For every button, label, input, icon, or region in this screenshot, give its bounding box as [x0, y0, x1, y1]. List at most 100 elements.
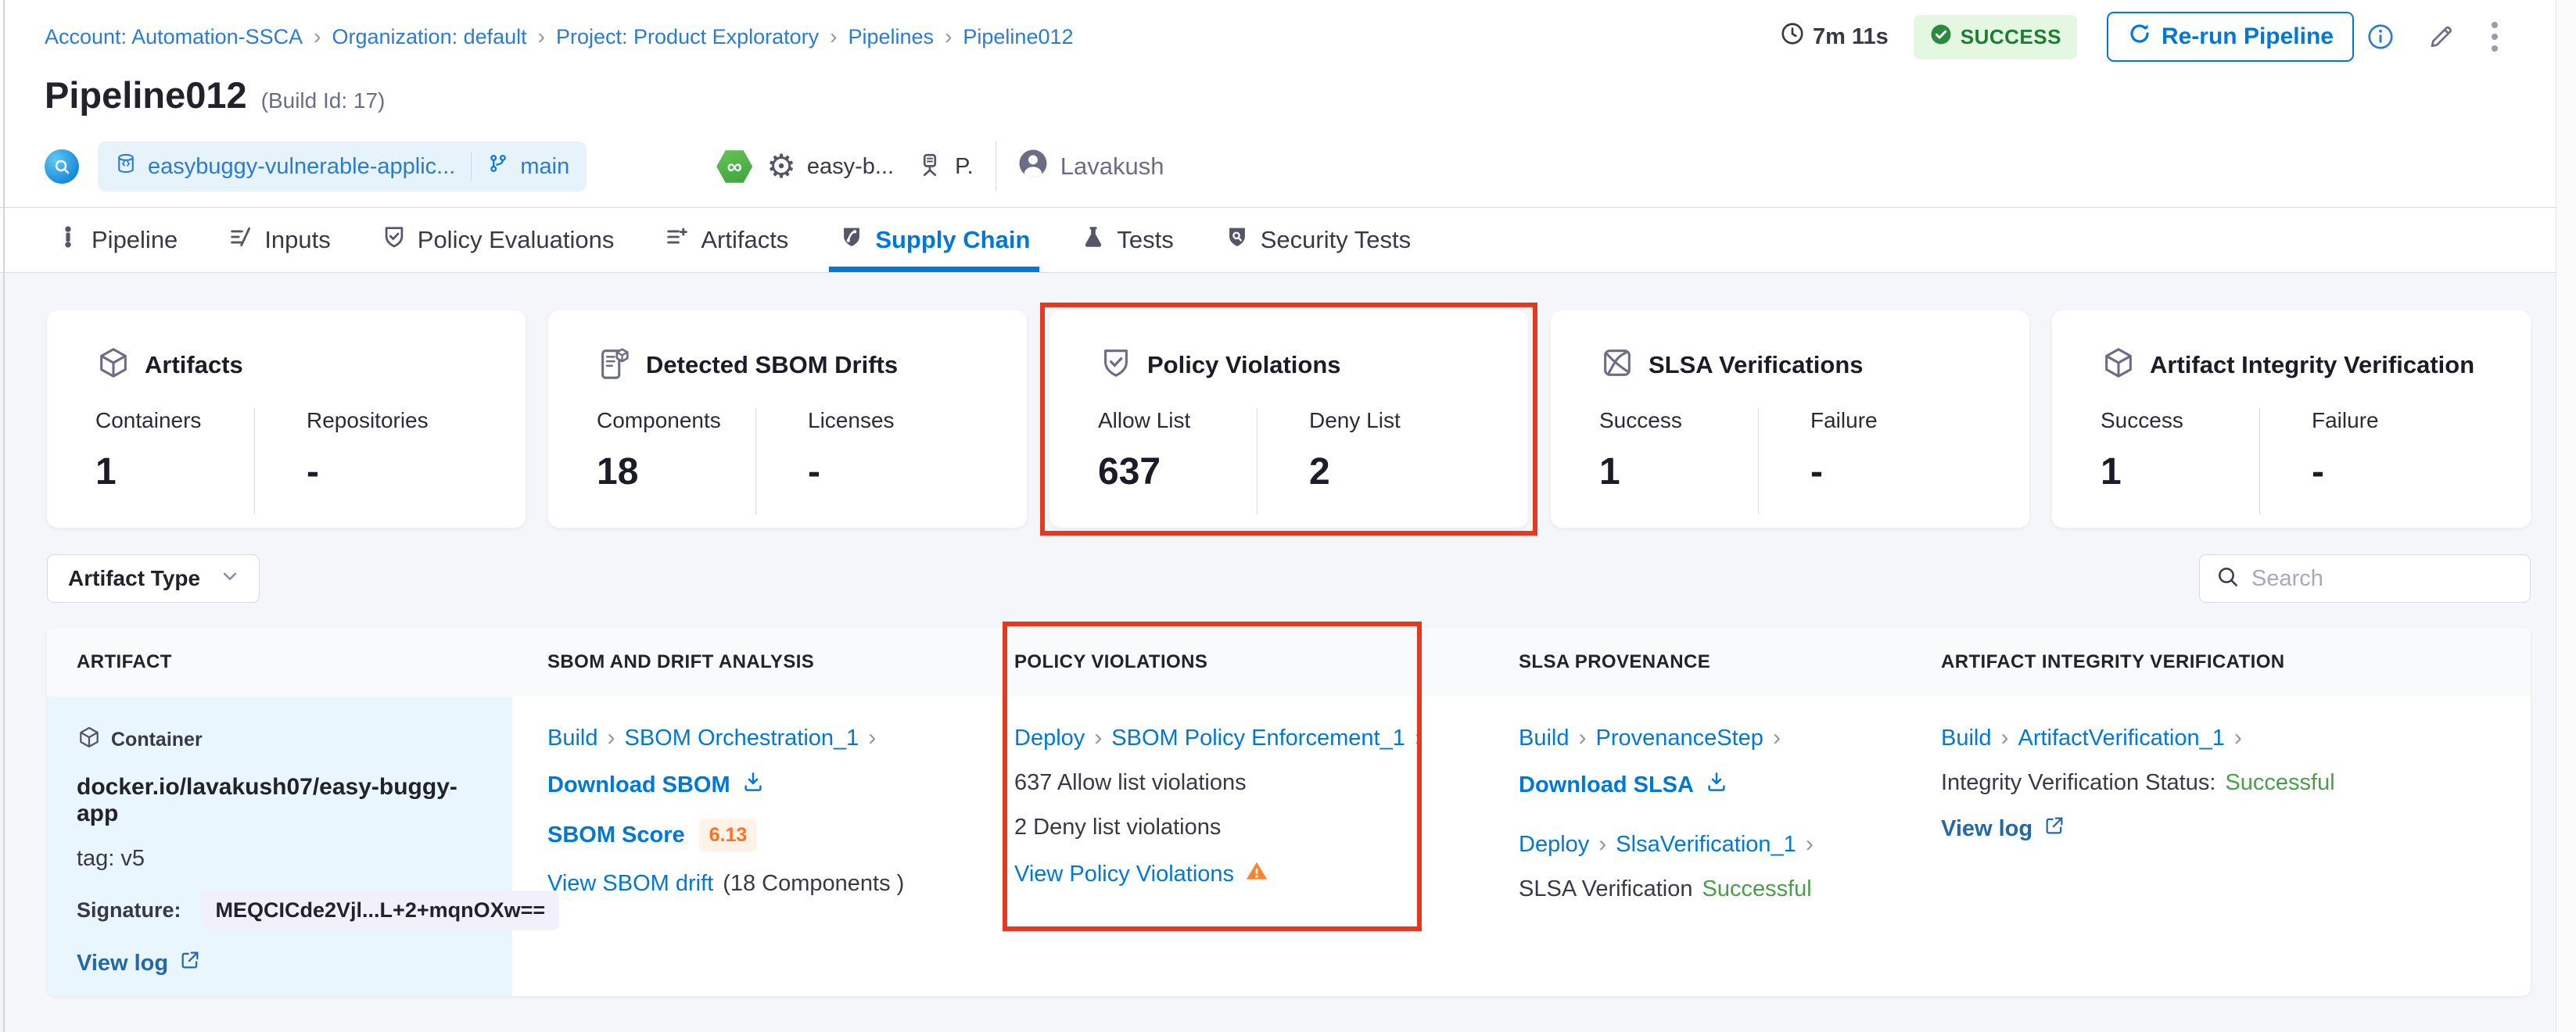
step-link[interactable]: ArtifactVerification_1: [2018, 726, 2225, 751]
tab-inputs[interactable]: Inputs: [224, 208, 333, 272]
rerun-pipeline-button[interactable]: Re-run Pipeline: [2107, 12, 2354, 62]
chevron-right-icon: [1085, 725, 1111, 751]
stat-label: Licenses: [808, 408, 895, 433]
step-link[interactable]: ProvenanceStep: [1596, 726, 1763, 751]
slsa-verification-label: SLSA Verification: [1519, 876, 1692, 902]
environment-name[interactable]: P.: [955, 154, 974, 180]
pipeline-execution-icon: [45, 149, 79, 184]
scrollbar[interactable]: [2556, 0, 2576, 1032]
tab-artifacts[interactable]: Artifacts: [661, 208, 791, 272]
stage-link[interactable]: Build: [547, 726, 598, 751]
stat-label: Components: [597, 408, 755, 433]
sbom-score-badge: 6.13: [699, 819, 758, 852]
stage-link[interactable]: Deploy: [1519, 832, 1589, 858]
step-link[interactable]: SBOM Policy Enforcement_1: [1111, 726, 1405, 751]
sbom-drifts-card: Detected SBOM Drifts Components18 Licens…: [548, 310, 1027, 528]
breadcrumb-pipeline012[interactable]: Pipeline012: [963, 25, 1073, 49]
tab-pipeline[interactable]: Pipeline: [52, 208, 181, 272]
view-sbom-drift-link[interactable]: View SBOM drift: [547, 871, 713, 897]
build-id: (Build Id: 17): [261, 88, 386, 113]
inputs-icon: [228, 224, 254, 256]
view-log-link[interactable]: View log: [77, 949, 201, 977]
integrity-status-value: Successful: [2225, 770, 2334, 796]
service-name[interactable]: easy-b...: [807, 154, 894, 180]
chevron-right-icon: [1796, 831, 1823, 858]
stat-value: 18: [597, 450, 755, 493]
chevron-right-icon: [2225, 725, 2251, 751]
summary-cards: Artifacts Containers1 Repositories- Dete…: [47, 310, 2531, 528]
column-header-sbom: SBOM AND DRIFT ANALYSIS: [512, 651, 979, 673]
stat-label: Repositories: [307, 408, 429, 433]
slsa-verifications-card: SLSA Verifications Success1 Failure-: [1551, 310, 2029, 528]
page-header: Account: Automation-SSCA Organization: d…: [0, 0, 2576, 208]
tab-policy-evaluations[interactable]: Policy Evaluations: [378, 208, 618, 272]
pipeline-icon: [55, 224, 81, 256]
breadcrumb-account[interactable]: Account: Automation-SSCA: [45, 25, 303, 49]
search-icon: [2215, 564, 2241, 593]
tab-tests[interactable]: Tests: [1077, 208, 1176, 272]
flask-icon: [1080, 224, 1107, 256]
view-log-link[interactable]: View log: [1941, 815, 2065, 843]
step-link[interactable]: SlsaVerification_1: [1616, 832, 1796, 858]
tab-security-tests[interactable]: Security Tests: [1221, 208, 1414, 272]
kebab-menu-icon[interactable]: [2492, 22, 2498, 52]
chevron-right-icon: [303, 24, 332, 49]
stat-value: 1: [1599, 450, 1758, 493]
stat-value: -: [2312, 450, 2379, 493]
breadcrumb-pipelines[interactable]: Pipelines: [848, 25, 934, 49]
stat-value: 2: [1309, 450, 1401, 493]
artifact-name: docker.io/lavakush07/easy-buggy-app: [77, 774, 497, 827]
slsa-icon: [1599, 345, 1635, 385]
policy-violations-cell: Deploy SBOM Policy Enforcement_1 637 All…: [979, 697, 1484, 996]
table-header-row: ARTIFACT SBOM AND DRIFT ANALYSIS POLICY …: [47, 628, 2531, 697]
shield-check-icon: [1098, 345, 1134, 385]
artifact-tag: tag: v5: [77, 846, 497, 872]
chevron-right-icon: [527, 24, 556, 49]
cube-icon: [95, 345, 131, 385]
breadcrumb-project[interactable]: Project: Product Exploratory: [556, 25, 819, 49]
repository-name[interactable]: easybuggy-vulnerable-applic...: [148, 154, 455, 180]
download-slsa-link[interactable]: Download SLSA: [1519, 770, 1728, 800]
tab-supply-chain[interactable]: Supply Chain: [835, 208, 1033, 272]
slsa-provenance-cell: Build ProvenanceStep Download SLSA Deplo…: [1484, 697, 1906, 996]
breadcrumb-organization[interactable]: Organization: default: [332, 25, 527, 49]
sbom-document-icon: [597, 345, 633, 385]
clock-icon: [1780, 21, 1805, 52]
container-cube-icon: [77, 725, 102, 755]
repository-chip[interactable]: easybuggy-vulnerable-applic... main: [98, 142, 587, 192]
edit-pencil-icon[interactable]: [2426, 22, 2456, 52]
search-input[interactable]: [2251, 566, 2514, 592]
stat-label: Deny List: [1309, 408, 1401, 433]
chevron-right-icon: [1570, 725, 1596, 751]
download-icon: [741, 770, 765, 800]
refresh-icon: [2127, 21, 2152, 52]
branch-name[interactable]: main: [520, 154, 569, 180]
stage-link[interactable]: Build: [1941, 726, 1992, 751]
chevron-right-icon: [859, 725, 885, 751]
stat-label: Allow List: [1098, 408, 1257, 433]
chevron-right-icon: [1763, 725, 1790, 751]
shield-check-icon: [381, 224, 407, 256]
chevron-right-icon: [819, 24, 848, 49]
download-sbom-link[interactable]: Download SBOM: [547, 770, 765, 800]
policy-violations-card: Policy Violations Allow List637 Deny Lis…: [1049, 310, 1528, 528]
signature-label: Signature:: [77, 898, 181, 923]
signature-value[interactable]: MEQCICde2Vjl...L+2+mqnOXw==: [202, 890, 560, 930]
stage-link[interactable]: Build: [1519, 726, 1570, 751]
chevron-right-icon: [1405, 725, 1432, 751]
sbom-score-link[interactable]: SBOM Score: [547, 822, 685, 848]
column-header-policy-violations: POLICY VIOLATIONS: [979, 651, 1484, 673]
execution-tabs: Pipeline Inputs Policy Evaluations Artif…: [0, 208, 2576, 273]
view-policy-violations-link[interactable]: View Policy Violations: [1014, 859, 1268, 889]
check-circle-icon: [1929, 23, 1953, 52]
warning-triangle-icon: [1245, 859, 1268, 889]
table-row: Container docker.io/lavakush07/easy-bugg…: [47, 697, 2531, 996]
artifacts-table: ARTIFACT SBOM AND DRIFT ANALYSIS POLICY …: [47, 628, 2531, 996]
info-icon[interactable]: [2366, 23, 2395, 51]
stage-link[interactable]: Deploy: [1014, 726, 1085, 751]
page-title: Pipeline012: [45, 73, 247, 116]
external-link-icon: [179, 949, 201, 977]
artifact-type-dropdown[interactable]: Artifact Type: [47, 554, 260, 603]
step-link[interactable]: SBOM Orchestration_1: [625, 726, 859, 751]
stat-label: Failure: [1810, 408, 1878, 433]
